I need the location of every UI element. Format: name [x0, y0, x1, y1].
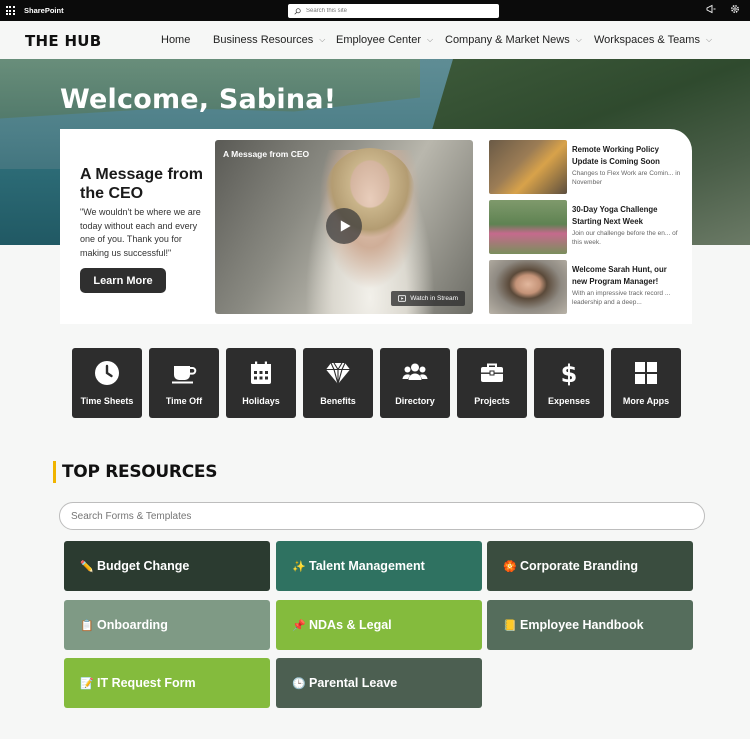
app-launcher-icon[interactable]: [0, 0, 20, 21]
sharepoint-app-name[interactable]: SharePoint: [24, 6, 64, 15]
nav-item-label: Company & Market News: [445, 34, 570, 46]
calendar-icon: [251, 361, 271, 384]
search-icon: [294, 7, 301, 15]
resource-label: Onboarding: [97, 618, 168, 632]
resource-label: Parental Leave: [309, 676, 398, 690]
nav-item-home[interactable]: Home: [161, 34, 190, 46]
memo-icon: 📝: [80, 677, 94, 690]
suite-bar: SharePoint: [0, 0, 750, 21]
news-item[interactable]: Welcome Sarah Hunt, our new Program Mana…: [489, 260, 679, 314]
pencil-icon: ✏️: [80, 560, 94, 573]
resource-label: Corporate Branding: [520, 559, 639, 573]
svg-text:$: $: [561, 360, 578, 386]
news-thumbnail[interactable]: [489, 260, 567, 314]
app-tile-time-sheets[interactable]: Time Sheets: [72, 348, 142, 418]
nav-item-label: Employee Center: [336, 34, 421, 46]
news-item[interactable]: Remote Working Policy Update is Coming S…: [489, 140, 682, 194]
app-tile-label: Directory: [395, 396, 435, 406]
diamond-icon: [326, 362, 350, 385]
notebook-icon: 📒: [503, 619, 517, 632]
chevron-down-icon[interactable]: ⌵: [576, 35, 582, 45]
clipboard-icon: 📋: [80, 619, 94, 632]
nav-item-label: Workspaces & Teams: [594, 34, 700, 46]
app-tile-label: Projects: [474, 396, 510, 406]
resource-budget-change[interactable]: ✏️ Budget Change: [64, 541, 270, 591]
learn-more-button[interactable]: Learn More: [80, 268, 166, 293]
video-title: A Message from CEO: [223, 149, 310, 159]
app-tile-projects[interactable]: Projects: [457, 348, 527, 418]
dollar-icon: $: [561, 360, 578, 386]
coffee-cup-icon: [172, 366, 197, 384]
pushpin-icon: 📌: [292, 619, 306, 632]
news-thumbnail[interactable]: [489, 200, 567, 254]
clock-icon: 🕒: [292, 677, 306, 690]
resource-label: NDAs & Legal: [309, 618, 392, 632]
news-description: With an impressive track record ... lead…: [572, 290, 671, 306]
resource-talent-management[interactable]: ✨ Talent Management: [276, 541, 482, 591]
clock-icon: [95, 361, 119, 385]
app-tile-label: Time Off: [165, 396, 203, 406]
grid-icon: [635, 362, 657, 384]
nav-item-company-market-news[interactable]: Company & Market News ⌵: [445, 34, 582, 46]
app-tile-label: Benefits: [320, 396, 356, 406]
ceo-message-title: A Message from the CEO: [80, 166, 203, 202]
app-tile-label: Expenses: [547, 396, 591, 406]
news-thumbnail[interactable]: [489, 140, 567, 194]
ceo-video-player[interactable]: A Message from CEO Watch in Stream: [215, 140, 473, 314]
nav-item-employee-center[interactable]: Employee Center ⌵: [336, 34, 433, 46]
news-item[interactable]: 30-Day Yoga Challenge Starting Next Week…: [489, 200, 679, 254]
site-navigation: THE HUB Home Business Resources ⌵ Employe…: [0, 21, 750, 59]
play-icon: [340, 220, 351, 232]
app-tile-benefits[interactable]: Benefits: [303, 348, 373, 418]
app-tile-label: More Apps: [622, 396, 670, 406]
resource-corporate-branding[interactable]: 🏵️ Corporate Branding: [487, 541, 693, 591]
nav-item-workspaces-teams[interactable]: Workspaces & Teams ⌵: [594, 34, 712, 46]
news-title[interactable]: Remote Working Policy Update is Coming S…: [572, 144, 682, 167]
stream-icon: [398, 295, 407, 302]
chevron-down-icon[interactable]: ⌵: [427, 35, 433, 45]
top-resources-heading: TOP RESOURCES: [62, 462, 218, 482]
news-description: Changes to Flex Work are Comin... in Nov…: [572, 170, 681, 186]
resource-it-request-form[interactable]: 📝 IT Request Form: [64, 658, 270, 708]
sparkles-icon: ✨: [292, 560, 306, 573]
briefcase-icon: [481, 363, 503, 382]
watch-in-stream-label: Watch in Stream: [410, 295, 458, 302]
chevron-down-icon[interactable]: ⌵: [706, 35, 712, 45]
app-tile-holidays[interactable]: Holidays: [226, 348, 296, 418]
section-accent-bar: [53, 461, 56, 483]
app-tile-expenses[interactable]: $ Expenses: [534, 348, 604, 418]
forms-search-input[interactable]: [59, 502, 705, 530]
news-title[interactable]: 30-Day Yoga Challenge Starting Next Week: [572, 204, 682, 227]
people-icon: [402, 363, 428, 380]
resource-label: Employee Handbook: [520, 618, 644, 632]
resource-label: Talent Management: [309, 559, 425, 573]
resource-label: IT Request Form: [97, 676, 196, 690]
nav-item-label: Business Resources: [213, 34, 314, 46]
nav-item-business-resources[interactable]: Business Resources ⌵: [213, 34, 325, 46]
chevron-down-icon[interactable]: ⌵: [319, 35, 325, 45]
resource-employee-handbook[interactable]: 📒 Employee Handbook: [487, 600, 693, 650]
app-tile-label: Time Sheets: [80, 396, 134, 406]
news-title[interactable]: Welcome Sarah Hunt, our new Program Mana…: [572, 264, 682, 287]
nav-item-label: Home: [161, 34, 191, 46]
rosette-icon: 🏵️: [503, 560, 517, 573]
watch-in-stream-button[interactable]: Watch in Stream: [391, 291, 465, 306]
play-button[interactable]: [326, 208, 362, 244]
resource-parental-leave[interactable]: 🕒 Parental Leave: [276, 658, 482, 708]
resource-onboarding[interactable]: 📋 Onboarding: [64, 600, 270, 650]
megaphone-icon[interactable]: [706, 4, 716, 14]
app-tile-more-apps[interactable]: More Apps: [611, 348, 681, 418]
ceo-quote: "We wouldn't be where we are today witho…: [80, 207, 201, 258]
site-search-input[interactable]: [306, 8, 486, 14]
app-tile-directory[interactable]: Directory: [380, 348, 450, 418]
app-tile-time-off[interactable]: Time Off: [149, 348, 219, 418]
site-search-box[interactable]: [288, 4, 499, 18]
app-tile-label: Holidays: [242, 396, 280, 406]
gear-icon[interactable]: [730, 4, 740, 14]
welcome-heading: Welcome, Sabina!: [60, 84, 337, 115]
resource-ndas-legal[interactable]: 📌 NDAs & Legal: [276, 600, 482, 650]
news-description: Join our challenge before the en... of t…: [572, 230, 678, 246]
resource-label: Budget Change: [97, 559, 190, 573]
site-logo[interactable]: THE HUB: [25, 32, 102, 50]
